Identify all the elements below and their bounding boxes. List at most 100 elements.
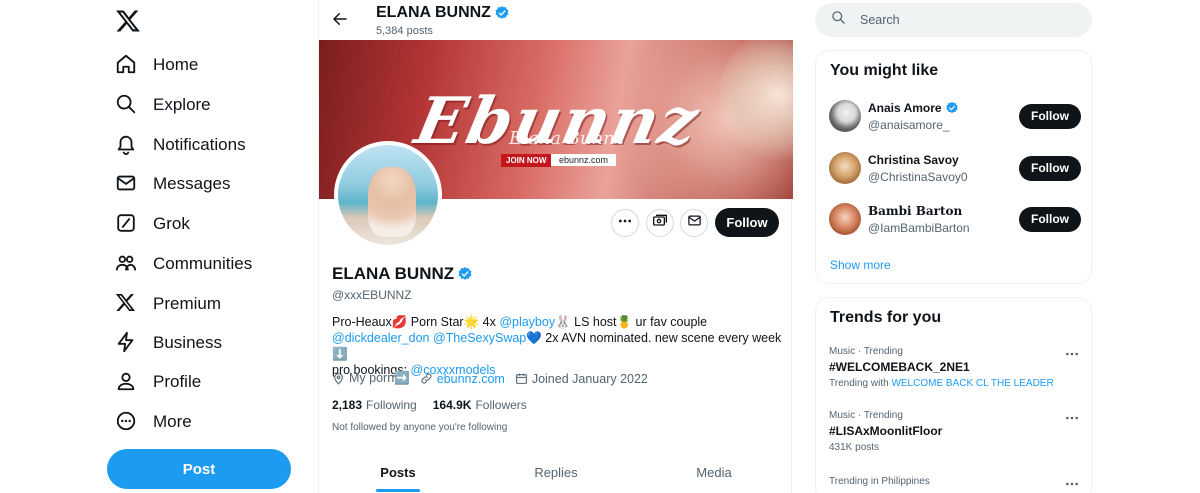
you-might-like-title: You might like	[830, 62, 939, 79]
bio-link-playboy[interactable]: @playboy	[499, 315, 555, 329]
profile-avatar[interactable]	[334, 141, 442, 249]
avatar	[829, 100, 861, 132]
x-logo-icon[interactable]	[115, 8, 143, 36]
trends-title: Trends for you	[830, 309, 942, 326]
followers-label: Followers	[475, 398, 527, 412]
nav-premium[interactable]: Premium	[115, 286, 221, 322]
post-count: 5,384 posts	[376, 25, 433, 37]
nav-grok[interactable]: Grok	[115, 206, 190, 242]
profile-name-text: ELANA BUNNZ	[332, 264, 455, 283]
suggestion-name: Anais Amore	[868, 101, 1019, 115]
trend-title: #WELCOMEBACK_2NE1	[829, 360, 970, 374]
profile-name: ELANA BUNNZ	[332, 264, 473, 284]
suggestion-name-text: Bambi Barton	[868, 203, 963, 218]
following-label: Following	[366, 398, 417, 412]
message-button[interactable]	[680, 209, 708, 237]
more-dots-icon[interactable]	[1065, 346, 1081, 358]
profile-header-bar: ELANA BUNNZ 5,384 posts	[319, 0, 793, 40]
tab-media[interactable]: Media	[635, 452, 793, 492]
nav-communities-label: Communities	[153, 254, 253, 273]
more-dots-icon[interactable]	[1065, 476, 1081, 488]
nav-messages[interactable]: Messages	[115, 166, 230, 202]
banner-subtitle: Elana Bunnz	[509, 128, 625, 149]
not-followed-note: Not followed by anyone you're following	[332, 422, 508, 433]
nav-home[interactable]: Home	[115, 47, 198, 83]
avatar	[829, 203, 861, 235]
more-dots-icon[interactable]	[1065, 410, 1081, 422]
bell-icon	[115, 133, 139, 157]
search-icon	[115, 93, 139, 117]
profile-handle: @xxxEBUNNZ	[332, 288, 412, 302]
lightning-icon	[115, 331, 139, 355]
trend-item[interactable]: Music · Trending #LISAxMoonlitFloor 431K…	[829, 410, 1081, 453]
followers-link[interactable]: 164.9K Followers	[433, 398, 527, 412]
tab-posts[interactable]: Posts	[319, 452, 477, 492]
suggestion-item[interactable]: Bambi Barton @IamBambiBarton Follow	[829, 199, 1081, 239]
nav-explore[interactable]: Explore	[115, 87, 211, 123]
home-icon	[115, 53, 139, 77]
suggestion-name: Bambi Barton	[868, 204, 1019, 218]
profile-website[interactable]: ebunnz.com	[420, 372, 505, 386]
follow-button[interactable]: Follow	[1019, 103, 1081, 129]
profile-joined: Joined January 2022	[515, 372, 648, 386]
nav-explore-label: Explore	[153, 95, 211, 114]
nav-profile[interactable]: Profile	[115, 364, 201, 400]
trend-context: Trending in Philippines	[829, 476, 930, 487]
following-link[interactable]: 2,183 Following	[332, 398, 417, 412]
nav-premium-label: Premium	[153, 294, 222, 313]
x-logo-icon	[115, 292, 139, 316]
nav-more[interactable]: More	[115, 404, 192, 440]
tab-replies[interactable]: Replies	[477, 452, 635, 492]
you-might-like-card: You might like Anais Amore @anaisamore_ …	[815, 50, 1092, 284]
profile-tabs: Posts Replies Media	[319, 452, 793, 492]
verified-badge-icon	[945, 101, 959, 115]
more-options-button[interactable]	[611, 209, 639, 237]
back-arrow-icon[interactable]	[331, 10, 351, 30]
trend-extra-link[interactable]: WELCOME BACK CL THE LEADER	[891, 378, 1053, 389]
nav-grok-label: Grok	[153, 214, 190, 233]
money-icon	[652, 213, 668, 234]
follow-button[interactable]: Follow	[1019, 206, 1081, 232]
nav-communities[interactable]: Communities	[115, 246, 252, 282]
nav-business[interactable]: Business	[115, 325, 222, 361]
nav-profile-label: Profile	[153, 372, 202, 391]
search-input[interactable]	[860, 13, 1060, 27]
trend-context: Music · Trending	[829, 346, 903, 357]
trend-context: Music · Trending	[829, 410, 903, 421]
verified-badge-icon	[494, 5, 510, 21]
search-box[interactable]	[815, 3, 1092, 37]
trend-title: #LISAxMoonlitFloor	[829, 424, 943, 438]
trend-extra: Trending with WELCOME BACK CL THE LEADER	[829, 378, 1081, 389]
follow-button[interactable]: Follow	[1019, 155, 1081, 181]
followers-count: 164.9K	[432, 398, 472, 412]
verified-badge-icon	[457, 266, 473, 282]
nav-business-label: Business	[153, 333, 222, 352]
suggestion-name-text: Anais Amore	[868, 100, 942, 115]
show-more-link[interactable]: Show more	[830, 258, 891, 272]
suggestion-item[interactable]: Anais Amore @anaisamore_ Follow	[829, 96, 1081, 136]
profile-location: My porn➡️	[332, 371, 410, 386]
mail-icon	[115, 172, 139, 196]
trend-item[interactable]: Music · Trending #WELCOMEBACK_2NE1 Trend…	[829, 346, 1081, 389]
location-text: My porn➡️	[349, 371, 410, 385]
banner-join-label: JOIN NOW	[501, 154, 552, 167]
trends-card: Trends for you Music · Trending #WELCOME…	[815, 297, 1092, 493]
subscribe-button[interactable]	[646, 209, 674, 237]
suggestion-name-text: Christina Savoy	[868, 152, 959, 167]
person-icon	[115, 370, 139, 394]
website-link[interactable]: ebunnz.com	[437, 372, 505, 386]
trend-item[interactable]: Trending in Philippines	[829, 476, 1081, 487]
left-nav: Home Explore Notifications Messages Grok…	[105, 0, 300, 493]
suggestion-item[interactable]: Christina Savoy @ChristinaSavoy0 Follow	[829, 148, 1081, 188]
bio-link-thesexyswap[interactable]: @TheSexySwap	[433, 331, 526, 345]
bio-link-dickdealer[interactable]: @dickdealer_don	[332, 331, 429, 345]
nav-notifications[interactable]: Notifications	[115, 127, 246, 163]
more-circle-icon	[115, 410, 139, 434]
calendar-icon	[515, 373, 527, 384]
follow-button[interactable]: Follow	[715, 208, 779, 237]
profile-stats: 2,183 Following 164.9K Followers	[332, 398, 543, 412]
post-button[interactable]: Post	[107, 449, 291, 489]
trend-extra-text: Trending with	[829, 378, 892, 389]
trend-extra: 431K posts	[829, 442, 1081, 453]
avatar-photo	[368, 167, 416, 237]
